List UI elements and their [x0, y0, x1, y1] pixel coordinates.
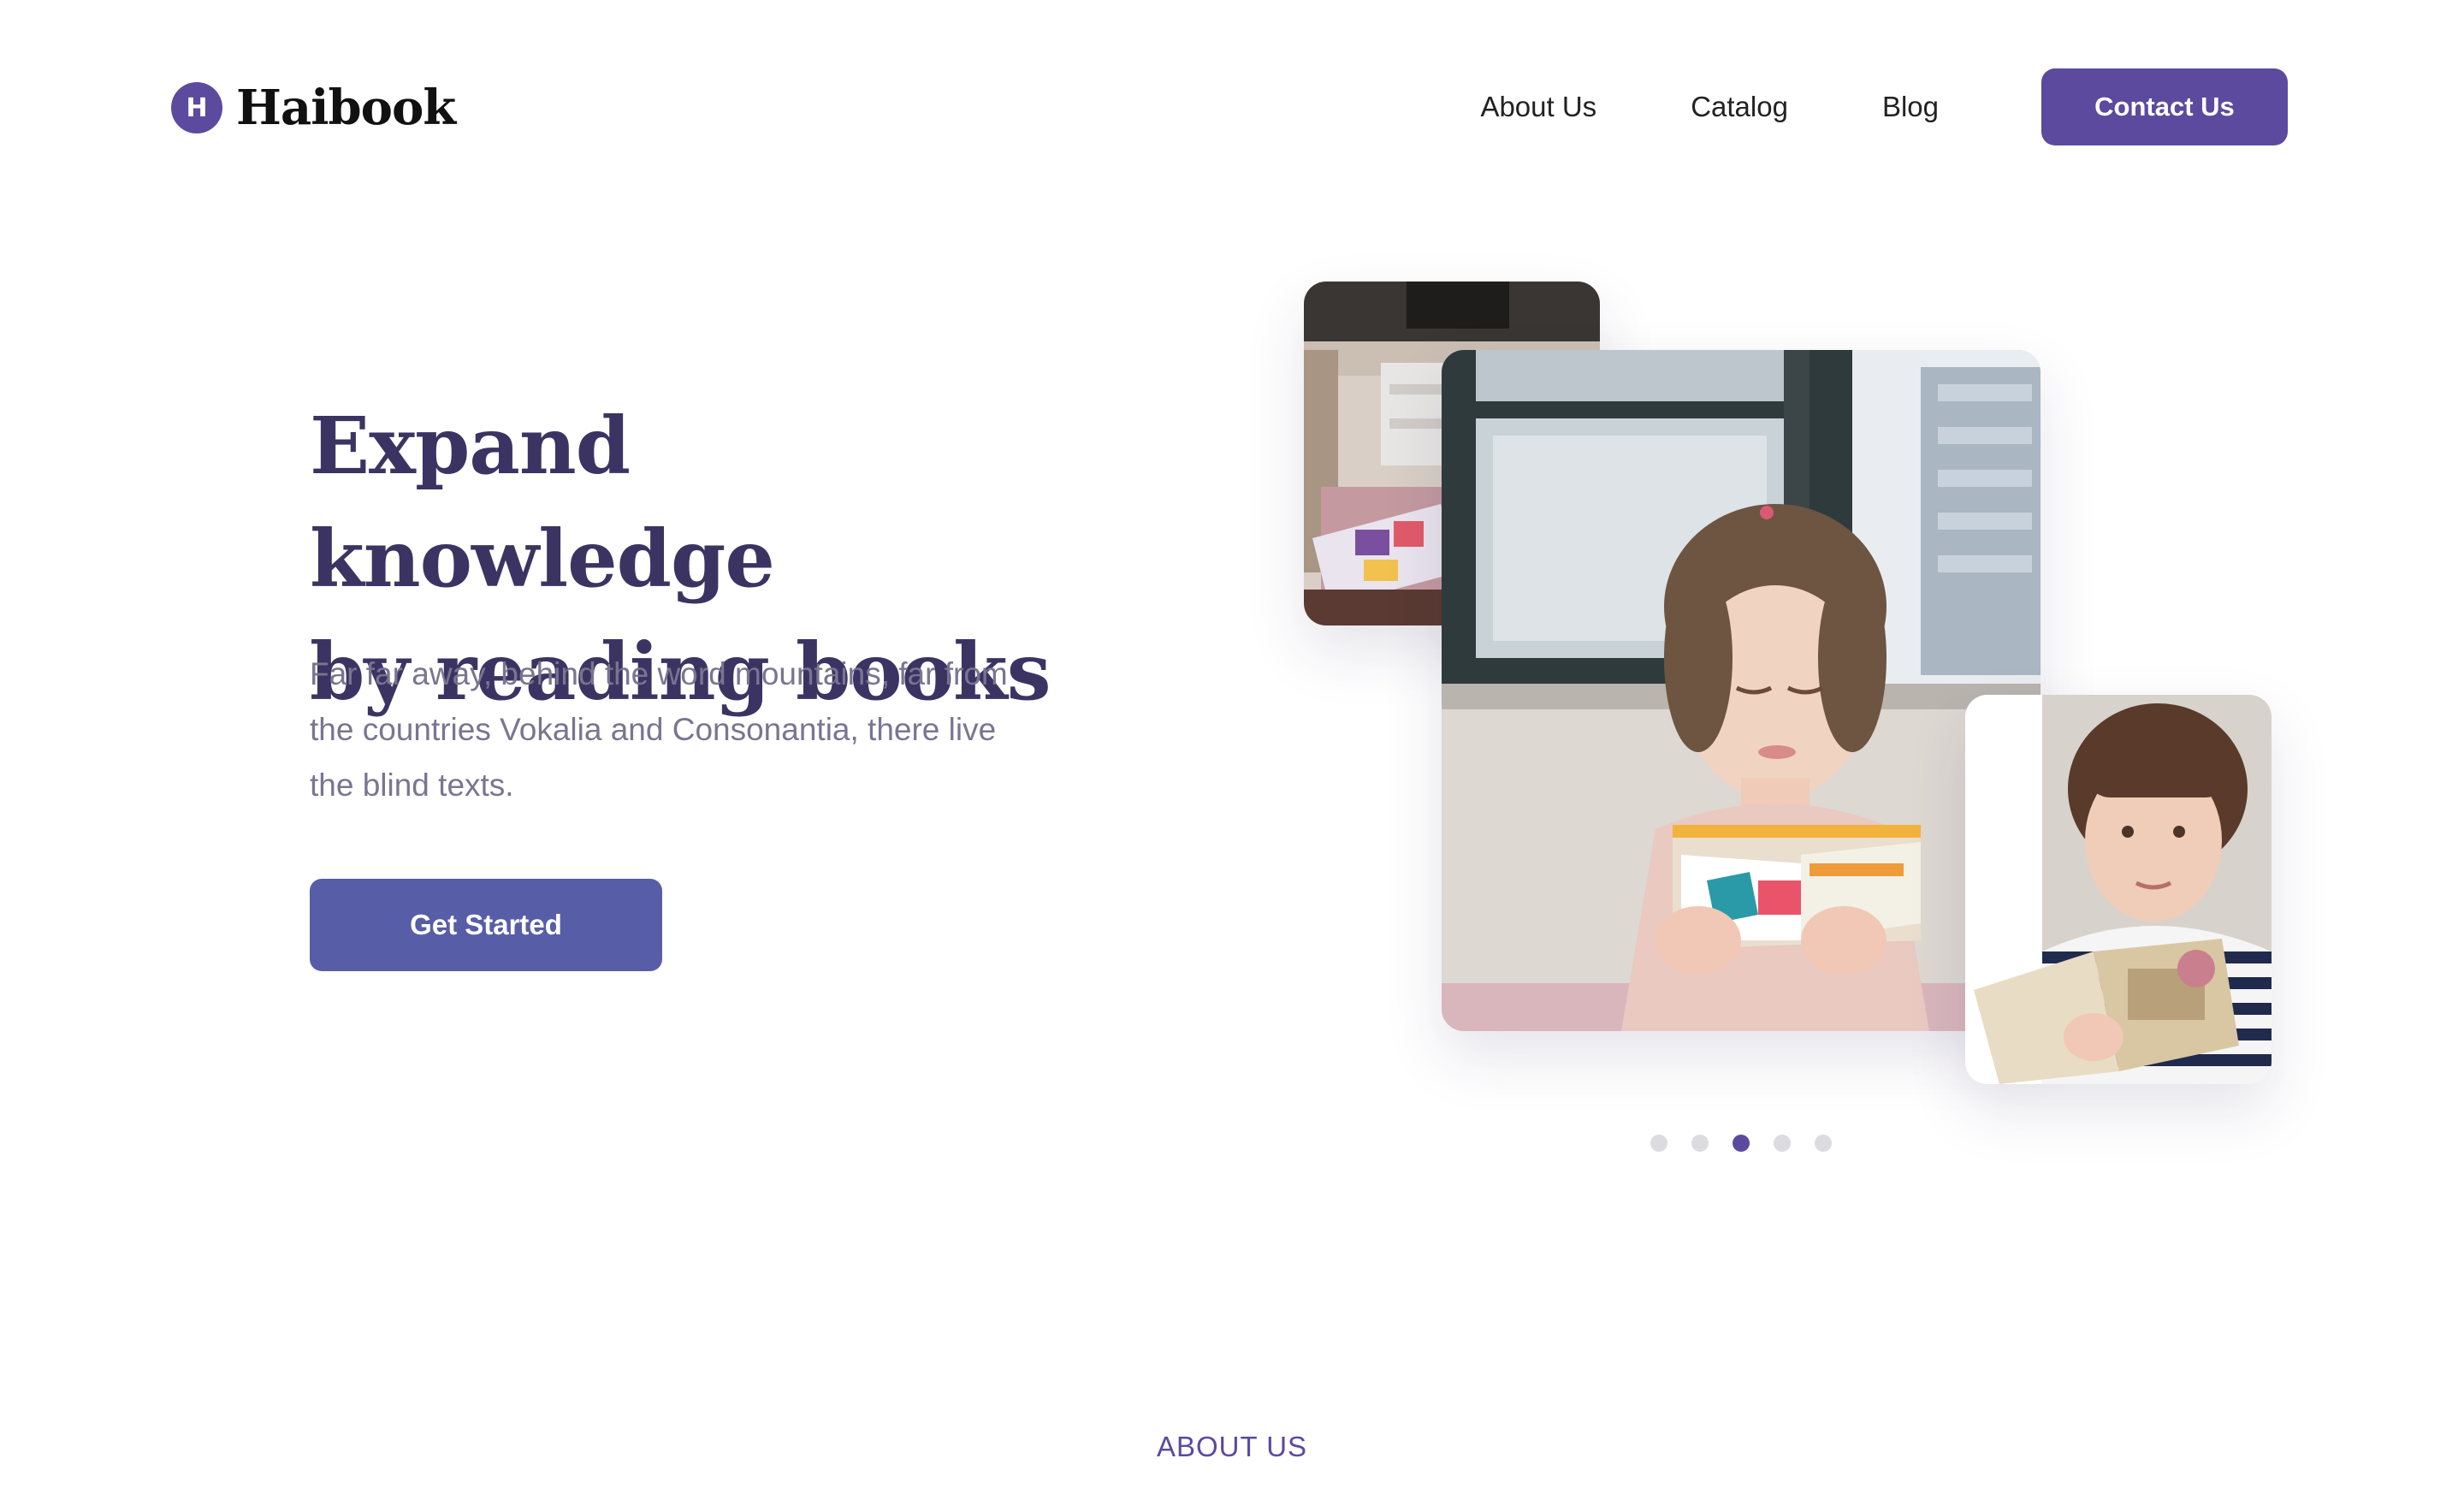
hero-title-line-1: Expand knowledge: [310, 400, 775, 605]
photo-boy-holding-book: [1965, 695, 2272, 1084]
about-section-label: ABOUT US: [1156, 1431, 1308, 1462]
contact-us-button[interactable]: Contact Us: [2041, 68, 2288, 145]
carousel-dot-5[interactable]: [1815, 1135, 1832, 1152]
carousel-dot-1[interactable]: [1650, 1135, 1667, 1152]
page: H Haibook About Us Catalog Blog Contact …: [0, 0, 2464, 1488]
nav-catalog[interactable]: Catalog: [1691, 91, 1788, 123]
logo-badge-icon: H: [171, 82, 222, 133]
photo-girl-reading-book-by-window: [1442, 350, 2040, 1031]
carousel-dot-4[interactable]: [1774, 1135, 1791, 1152]
carousel-dot-2[interactable]: [1691, 1135, 1709, 1152]
carousel-dot-3[interactable]: [1732, 1135, 1750, 1152]
nav-about-us[interactable]: About Us: [1480, 91, 1596, 123]
carousel-dots: [1650, 1135, 1832, 1152]
get-started-button[interactable]: Get Started: [310, 879, 662, 971]
brand-name: Haibook: [236, 80, 456, 136]
nav-blog[interactable]: Blog: [1882, 91, 1939, 123]
main-nav: About Us Catalog Blog Contact Us: [1480, 68, 2288, 145]
hero-description: Far far away, behind the word mountains,…: [310, 656, 1008, 803]
brand-logo[interactable]: H Haibook: [171, 80, 456, 136]
